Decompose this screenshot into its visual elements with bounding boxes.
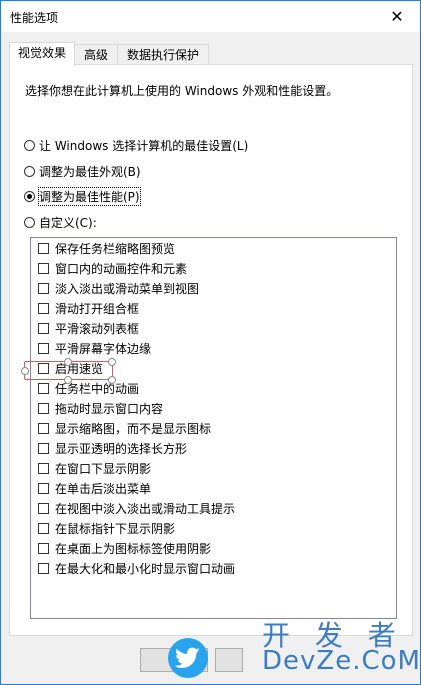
effect-label: 保存任务栏缩略图预览 xyxy=(55,241,176,256)
effect-item[interactable]: 滑动打开组合框 xyxy=(38,299,139,317)
radio-button[interactable] xyxy=(24,139,35,151)
performance-options-dialog: 性能选项 ✕ 视觉效果 高级 数据执行保护 选择你想在此计算机上使用的 Wind… xyxy=(0,0,421,685)
tab-strip: 视觉效果 高级 数据执行保护 xyxy=(9,42,411,66)
effect-item[interactable]: 显示缩略图，而不是显示图标 xyxy=(38,419,211,437)
checkbox[interactable] xyxy=(38,282,49,294)
checkbox[interactable] xyxy=(38,342,49,354)
effect-label: 在单击后淡出菜单 xyxy=(55,481,152,496)
effect-item[interactable]: 在桌面上为图标标签使用阴影 xyxy=(38,539,211,557)
radio-button-checked[interactable] xyxy=(24,190,35,202)
checkbox[interactable] xyxy=(38,562,49,574)
radio-button[interactable] xyxy=(24,165,35,177)
annotation-handle xyxy=(64,358,72,366)
effect-item[interactable]: 在最大化和最小化时显示窗口动画 xyxy=(38,559,235,577)
bird-icon xyxy=(175,647,200,668)
checkbox[interactable] xyxy=(38,242,49,254)
tab-visual-effects[interactable]: 视觉效果 xyxy=(9,42,75,66)
checkbox[interactable] xyxy=(38,322,49,334)
radio-label: 让 Windows 选择计算机的最佳设置(L) xyxy=(39,138,249,153)
effect-item[interactable]: 平滑屏幕字体边缘 xyxy=(38,339,151,357)
window-title: 性能选项 xyxy=(10,11,59,25)
effect-label: 淡入淡出或滑动菜单到视图 xyxy=(55,281,200,296)
effect-item[interactable]: 在窗口下显示阴影 xyxy=(38,459,151,477)
effect-label: 在鼠标指针下显示阴影 xyxy=(55,521,176,536)
checkbox[interactable] xyxy=(38,382,49,394)
effect-label: 平滑滚动列表框 xyxy=(55,321,140,336)
tab-label: 视觉效果 xyxy=(17,46,66,60)
annotation-handle xyxy=(21,367,29,375)
effect-label: 滑动打开组合框 xyxy=(55,301,140,316)
tab-label: 高级 xyxy=(83,48,108,62)
radio-label: 调整为最佳外观(B) xyxy=(39,164,141,179)
radio-let-windows-choose[interactable]: 让 Windows 选择计算机的最佳设置(L) xyxy=(24,136,248,154)
checkbox[interactable] xyxy=(38,482,49,494)
checkbox[interactable] xyxy=(38,402,49,414)
effect-item[interactable]: 窗口内的动画控件和元素 xyxy=(38,259,187,277)
effect-item[interactable]: 拖动时显示窗口内容 xyxy=(38,399,163,417)
close-button[interactable]: ✕ xyxy=(374,1,420,32)
radio-best-performance[interactable]: 调整为最佳性能(P) xyxy=(24,186,141,206)
radio-custom[interactable]: 自定义(C): xyxy=(24,213,97,231)
effect-item[interactable]: 保存任务栏缩略图预览 xyxy=(38,239,175,257)
effect-label: 显示亚透明的选择长方形 xyxy=(55,441,188,456)
checkbox[interactable] xyxy=(38,302,49,314)
visual-effects-list[interactable]: 保存任务栏缩略图预览 窗口内的动画控件和元素 淡入淡出或滑动菜单到视图 滑动打开… xyxy=(30,237,397,619)
tab-advanced[interactable]: 高级 xyxy=(74,44,118,65)
radio-button[interactable] xyxy=(24,216,35,228)
checkbox[interactable] xyxy=(38,502,49,514)
radio-label: 自定义(C): xyxy=(39,215,97,230)
effect-item[interactable]: 在视图中淡入淡出或滑动工具提示 xyxy=(38,499,235,517)
effect-item[interactable]: 显示亚透明的选择长方形 xyxy=(38,439,187,457)
effect-label: 在窗口下显示阴影 xyxy=(55,461,152,476)
checkbox[interactable] xyxy=(38,462,49,474)
effect-item[interactable]: 在单击后淡出菜单 xyxy=(38,479,151,497)
checkbox[interactable] xyxy=(38,442,49,454)
effect-label: 平滑屏幕字体边缘 xyxy=(55,341,152,356)
description-text: 选择你想在此计算机上使用的 Windows 外观和性能设置。 xyxy=(25,84,339,98)
annotation-handle xyxy=(108,376,116,384)
tab-label: 数据执行保护 xyxy=(126,48,199,62)
effect-label: 在视图中淡入淡出或滑动工具提示 xyxy=(55,501,236,516)
radio-best-appearance[interactable]: 调整为最佳外观(B) xyxy=(24,162,141,180)
watermark-latin: DevZe.CoM xyxy=(262,646,421,676)
checkbox[interactable] xyxy=(38,422,49,434)
visual-effects-panel: 选择你想在此计算机上使用的 Windows 外观和性能设置。 让 Windows… xyxy=(9,64,413,636)
effect-label: 窗口内的动画控件和元素 xyxy=(55,261,188,276)
radio-label: 调整为最佳性能(P) xyxy=(38,186,141,206)
effect-label: 在桌面上为图标标签使用阴影 xyxy=(55,541,212,556)
annotation-handle xyxy=(108,358,116,366)
title-bar[interactable]: 性能选项 ✕ xyxy=(1,1,420,32)
effect-item[interactable]: 平滑滚动列表框 xyxy=(38,319,139,337)
effect-item[interactable]: 在鼠标指针下显示阴影 xyxy=(38,519,175,537)
effect-label: 在最大化和最小化时显示窗口动画 xyxy=(55,561,236,576)
checkbox[interactable] xyxy=(38,262,49,274)
cancel-button[interactable] xyxy=(215,648,243,672)
effect-label: 拖动时显示窗口内容 xyxy=(55,401,164,416)
twitter-bird-icon xyxy=(168,638,208,678)
annotation-handle xyxy=(64,376,72,384)
tab-data-execution-prevention[interactable]: 数据执行保护 xyxy=(117,44,209,65)
effect-item[interactable]: 淡入淡出或滑动菜单到视图 xyxy=(38,279,199,297)
effect-label: 显示缩略图，而不是显示图标 xyxy=(55,421,212,436)
checkbox[interactable] xyxy=(38,522,49,534)
checkbox[interactable] xyxy=(38,542,49,554)
close-icon: ✕ xyxy=(390,7,404,26)
effect-item[interactable]: 任务栏中的动画 xyxy=(38,379,139,397)
